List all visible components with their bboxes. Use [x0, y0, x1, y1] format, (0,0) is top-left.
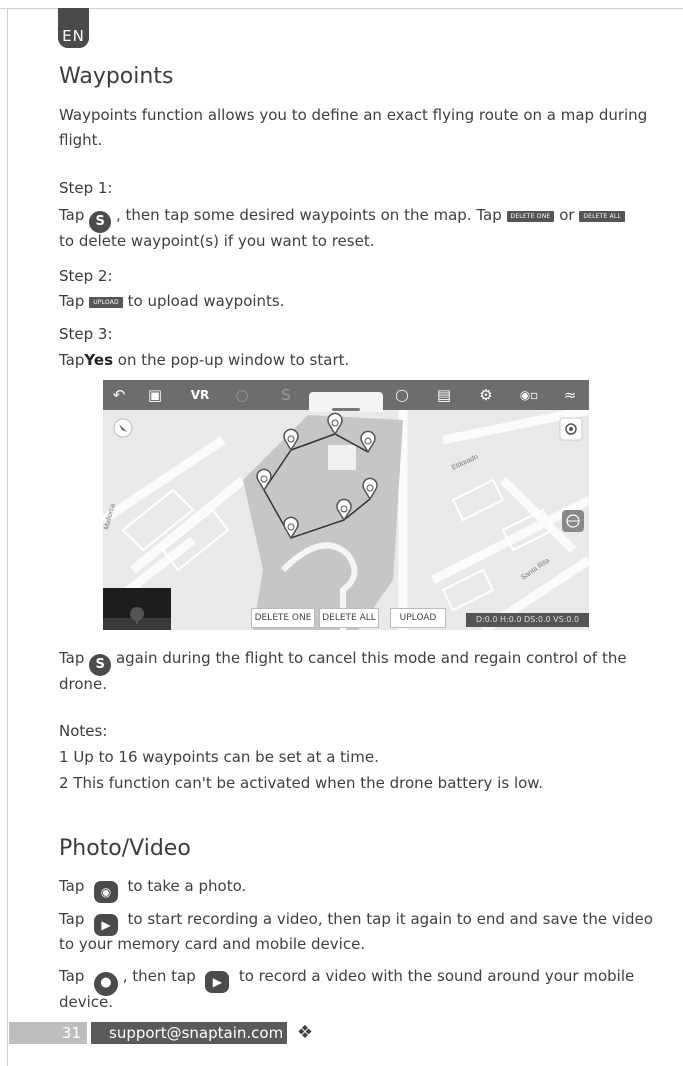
- delete-all-button-image: DELETE ALL: [579, 211, 626, 222]
- map-delete-all-button[interactable]: DELETE ALL: [319, 608, 379, 628]
- upload-button-image: UPLOAD: [89, 297, 123, 308]
- cancel-tap: Tap: [59, 649, 85, 667]
- waypoints-intro-line2: flight.: [59, 131, 103, 149]
- step1-label: Step 1:: [59, 179, 113, 197]
- wifi-icon: ≈: [563, 386, 577, 404]
- sound-tap: Tap: [59, 967, 85, 985]
- step2-line: Tap UPLOAD to upload waypoints.: [59, 289, 285, 314]
- flight-status-readout: D:0.0 H:0.0 DS:0.0 VS:0.0: [466, 613, 589, 627]
- step1-or: or: [559, 206, 575, 224]
- notes-title: Notes:: [59, 722, 108, 740]
- video-line2: to your memory card and mobile device.: [59, 935, 366, 953]
- step3-line: TapYes on the pop-up window to start.: [59, 348, 349, 373]
- support-email: support@snaptain.com: [91, 1022, 287, 1044]
- step1-text: , then tap some desired waypoints on the…: [115, 206, 502, 224]
- step2-text: to upload waypoints.: [127, 292, 285, 310]
- note-number: 2: [59, 774, 69, 792]
- video-tap: Tap: [59, 910, 85, 928]
- section-title-photo-video: Photo/Video: [59, 836, 191, 861]
- note-item-1: 1 Up to 16 waypoints can be set at a tim…: [59, 745, 379, 770]
- map-delete-one-button[interactable]: DELETE ONE: [251, 608, 315, 628]
- note-text: This function can't be activated when th…: [73, 774, 543, 792]
- map-upload-button[interactable]: UPLOAD: [390, 608, 446, 628]
- sound-line2: device.: [59, 993, 114, 1011]
- waypoint-list-icon[interactable]: ▤: [433, 385, 455, 405]
- note-number: 1: [59, 748, 69, 766]
- sound-text: to record a video with the sound around …: [238, 967, 635, 985]
- waypoints-intro-line1: Waypoints function allows you to define …: [59, 106, 648, 124]
- delete-one-button-image: DELETE ONE: [506, 211, 555, 222]
- left-border: [7, 8, 8, 1066]
- step3-text: on the pop-up window to start.: [117, 351, 350, 369]
- cancel-line1: Tap S again during the flight to cancel …: [59, 646, 627, 676]
- step3-label: Step 3:: [59, 325, 113, 343]
- cancel-line2: drone.: [59, 675, 108, 693]
- map-view: Eldorado Mallorca Santa Rita: [103, 405, 589, 630]
- note-text: Up to 16 waypoints can be set at a time.: [73, 748, 379, 766]
- camera-icon: ◉: [93, 881, 118, 903]
- section-title-waypoints: Waypoints: [59, 64, 174, 89]
- camera-preview-thumbnail[interactable]: [103, 588, 171, 630]
- drone-logo-icon: ❖: [287, 1020, 323, 1046]
- step2-label: Step 2:: [59, 267, 113, 285]
- gps-signal-icon: ◉▫: [519, 388, 539, 402]
- step3-tap: Tap: [59, 351, 85, 369]
- cancel-text: again during the flight to cancel this m…: [115, 649, 627, 667]
- dimmed-route-icon: S: [281, 386, 291, 404]
- language-tab: EN: [58, 8, 89, 48]
- photo-line: Tap ◉ to take a photo.: [59, 874, 246, 903]
- vr-button[interactable]: VR: [189, 385, 211, 405]
- note-item-2: 2 This function can't be activated when …: [59, 771, 543, 796]
- sound-line1: Tap ● , then tap ▶ to record a video wit…: [59, 964, 634, 996]
- video-icon: ▶: [205, 971, 230, 993]
- step2-tap: Tap: [59, 292, 85, 310]
- gallery-icon[interactable]: ▣: [145, 385, 165, 405]
- photo-tap: Tap: [59, 877, 85, 895]
- step3-yes: Yes: [84, 351, 113, 369]
- step1-line2: to delete waypoint(s) if you want to res…: [59, 232, 375, 250]
- page-number: 31: [9, 1022, 87, 1044]
- sound-text-then: , then tap: [122, 967, 196, 985]
- photo-text: to take a photo.: [127, 877, 247, 895]
- back-icon[interactable]: ↶: [109, 385, 129, 405]
- app-screenshot: Eldorado Mallorca Santa Rita ↶ ▣ VR ○ S …: [103, 380, 589, 630]
- camera-preview-image: [103, 588, 171, 630]
- dimmed-icon-1: ○: [235, 386, 249, 404]
- top-border: [0, 8, 683, 9]
- settings-icon[interactable]: ⚙: [475, 385, 497, 405]
- video-text: to start recording a video, then tap it …: [127, 910, 653, 928]
- headless-icon[interactable]: ◯: [391, 385, 413, 405]
- step1-tap: Tap: [59, 206, 85, 224]
- pull-tab-handle: [332, 408, 360, 411]
